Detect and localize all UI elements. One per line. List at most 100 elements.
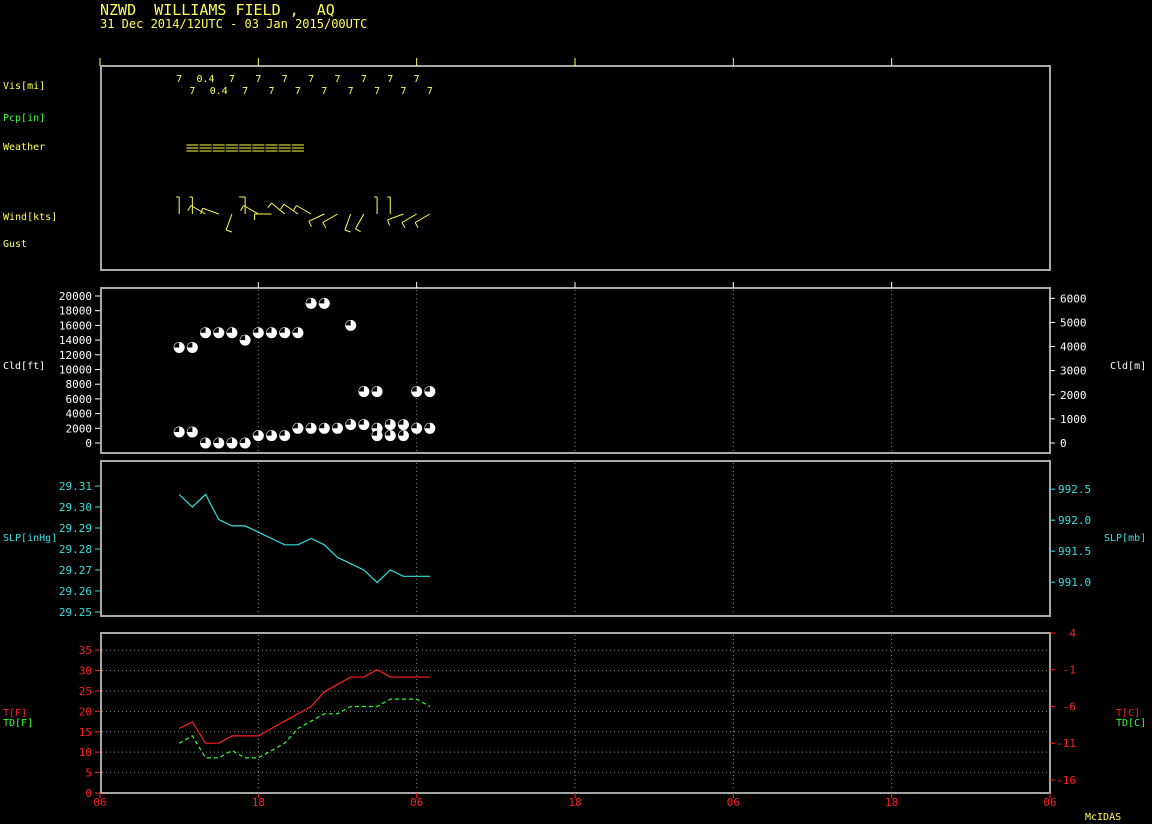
cloud-y-tick-label: 0 (85, 437, 92, 450)
weather-axis-label: Weather (3, 142, 45, 153)
vis-value: 7 (229, 74, 235, 85)
x-tick-label: 06 (93, 796, 106, 809)
temp-y-tick-label: 30 (79, 665, 92, 678)
cloud-cover-clear-part (332, 423, 338, 429)
wind-barb (280, 203, 285, 210)
cloud-cover-clear-part (398, 430, 404, 436)
wind-barb-staff (387, 213, 404, 221)
cloud-m-tick-label: 1000 (1060, 413, 1087, 426)
slp-mb-axis-label: SLP[mb] (1104, 533, 1146, 544)
vis-value: 7 (400, 86, 406, 97)
vis-value: 0.4 (210, 86, 228, 97)
cloud-cover-clear-part (226, 327, 232, 333)
temp-y-tick-label: 35 (79, 644, 92, 657)
wind-barb (322, 222, 327, 228)
x-tick-label: 06 (410, 796, 423, 809)
slp-y-tick-label: 29.31 (59, 480, 92, 493)
cloud-cover-clear-part (372, 386, 378, 392)
vis-value: 7 (387, 74, 393, 85)
vis-value: 7 (321, 86, 327, 97)
cloud-cover-clear-part (200, 438, 206, 443)
cloud-cover-clear-part (174, 426, 180, 432)
cloud-y-tick-label: 2000 (66, 422, 93, 435)
cloud-y-tick-label: 4000 (66, 408, 93, 421)
wind-barb-staff (225, 213, 233, 231)
cloud-cover-clear-part (253, 327, 259, 333)
cloud-cover-clear-part (266, 430, 272, 436)
cloud-cover-clear-part (358, 419, 364, 425)
panel-temp-frame (100, 632, 1051, 794)
slp-y-tick-label: 29.27 (59, 564, 92, 577)
cloud-cover-clear-part (279, 430, 285, 436)
wind-barb (187, 205, 192, 211)
vis-value: 7 (348, 86, 354, 97)
slp-y-tick-label: 29.29 (59, 522, 92, 535)
wind-barb-staff (354, 213, 365, 229)
cloud-cover-clear-part (187, 426, 193, 432)
cloud-cover-clear-part (424, 386, 430, 392)
cloud-cover-clear-part (292, 423, 298, 429)
slp-inhg-axis-label: SLP[inHg] (3, 533, 57, 544)
slp-mb-tick-label: 992.0 (1058, 514, 1091, 527)
cloud-m-tick-label: 5000 (1060, 316, 1087, 329)
cloud-y-tick-label: 18000 (59, 305, 92, 318)
vis-value: 7 (176, 74, 182, 85)
cloud-cover-clear-part (411, 423, 417, 429)
slp-mb-tick-label: 992.5 (1058, 483, 1091, 496)
temp-y-tick-label: 25 (79, 685, 92, 698)
cloud-cover-clear-part (306, 423, 312, 429)
dewpoint-c-axis-label: TD[C] (1116, 718, 1146, 729)
wind-barb (355, 228, 361, 233)
cloud-cover-clear-part (385, 419, 391, 425)
cloud-cover-clear-part (372, 423, 378, 429)
temp-y-tick-label: 5 (85, 767, 92, 780)
slp-y-tick-label: 29.28 (59, 543, 92, 556)
wind-barb (240, 205, 245, 211)
temp-c-tick-label: -1 (1063, 664, 1076, 677)
vis-value: 7 (308, 74, 314, 85)
temp-c-tick-label: 4 (1069, 627, 1076, 640)
cloud-cover-clear-part (240, 335, 246, 341)
wind-barb-staff (401, 213, 417, 223)
cloud-cover-clear-part (319, 298, 325, 304)
wind-barb (267, 202, 273, 208)
cloud-cover-clear-part (213, 327, 219, 333)
vis-value: 7 (255, 74, 261, 85)
temp-y-tick-label: 10 (79, 746, 92, 759)
temp-y-tick-label: 20 (79, 705, 92, 718)
x-tick-label: 18 (885, 796, 898, 809)
wind-barb (308, 220, 312, 227)
cloud-cover-clear-part (345, 419, 351, 425)
dewpoint-f-axis-label: TD[F] (3, 718, 33, 729)
vis-value: 7 (374, 86, 380, 97)
wind-barb (414, 222, 419, 228)
temperature-line (178, 669, 430, 744)
wind-axis-label: Wind[kts] (3, 212, 57, 223)
wind-barb-staff (322, 213, 338, 223)
cloud-cover-clear-part (174, 342, 180, 348)
wind-barb (401, 222, 406, 228)
wind-barb-staff (271, 202, 286, 215)
wind-barb-staff (296, 205, 312, 215)
slp-y-tick-label: 29.30 (59, 501, 92, 514)
cloud-cover-clear-part (187, 342, 193, 348)
cloud-cover-clear-part (306, 298, 312, 304)
cloud-cover-clear-part (411, 386, 417, 392)
panel-slp-frame (100, 460, 1051, 617)
vis-value: 7 (361, 74, 367, 85)
cloud-cover-clear-part (253, 430, 259, 436)
pcp-axis-label: Pcp[in] (3, 113, 45, 124)
x-tick-label: 18 (568, 796, 581, 809)
cloud-y-tick-label: 12000 (59, 349, 92, 362)
cloud-cover-clear-part (385, 430, 391, 436)
vis-axis-label: Vis[mi] (3, 81, 45, 92)
cloud-m-tick-label: 6000 (1060, 292, 1087, 305)
vis-value: 7 (427, 86, 433, 97)
cloud-m-tick-label: 4000 (1060, 341, 1087, 354)
slp-mb-tick-label: 991.0 (1058, 576, 1091, 589)
slp-line (178, 493, 430, 584)
cloud-y-tick-label: 6000 (66, 393, 93, 406)
cloud-y-tick-label: 8000 (66, 378, 93, 391)
vis-value: 7 (242, 86, 248, 97)
temp-y-tick-label: 0 (85, 787, 92, 800)
